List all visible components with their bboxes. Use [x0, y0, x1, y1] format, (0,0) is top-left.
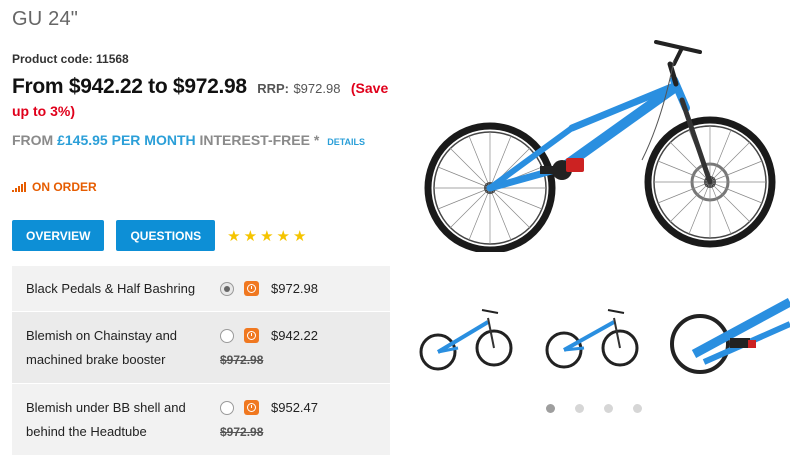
star-icon: ★ [243, 227, 258, 245]
price-range: From $942.22 to $972.98 [12, 75, 247, 98]
clock-icon [244, 400, 259, 415]
star-icon: ★ [260, 227, 274, 245]
carousel-dot[interactable] [546, 404, 555, 413]
variant-option[interactable]: Blemish under BB shell and behind the He… [12, 384, 390, 456]
tab-questions[interactable]: QUESTIONS [116, 220, 216, 251]
star-icon: ★ [227, 227, 241, 245]
finance-details-link[interactable]: DETAILS [327, 137, 365, 147]
star-icon: ★ [292, 227, 307, 245]
product-code-label: Product code: [12, 52, 93, 66]
variant-price: $952.47 [271, 400, 318, 415]
variant-radio[interactable] [220, 400, 234, 415]
tab-overview[interactable]: OVERVIEW [12, 220, 105, 251]
variant-was-price: $972.98 [220, 425, 264, 439]
carousel-dot[interactable] [575, 404, 584, 413]
finance-amount: £145.95 PER MONTH [57, 132, 196, 148]
variant-was-price: $972.98 [220, 353, 264, 367]
carousel-dot[interactable] [604, 404, 613, 413]
finance-suffix: INTEREST-FREE [199, 132, 310, 148]
carousel-dot[interactable] [633, 404, 642, 413]
image-thumbnails [419, 298, 790, 374]
carousel-dots [546, 404, 642, 413]
star-icon: ★ [276, 227, 290, 245]
product-code-value: 11568 [96, 52, 129, 66]
thumbnail-1 [419, 309, 513, 371]
rrp-value: $972.98 [293, 81, 341, 96]
stock-status: ON ORDER [12, 180, 97, 194]
variant-option[interactable]: Black Pedals & Half Bashring $972.98 [12, 266, 390, 312]
variant-label: Blemish on Chainstay and machined brake … [26, 327, 178, 367]
finance-prefix: FROM [12, 132, 54, 148]
product-tabs: OVERVIEW QUESTIONS ★ ★ ★ ★ ★ [12, 220, 306, 251]
finance-asterisk: * [313, 132, 320, 148]
variant-option[interactable]: Blemish on Chainstay and machined brake … [12, 312, 390, 384]
variant-radio[interactable] [220, 281, 234, 296]
product-main-image[interactable] [412, 20, 790, 252]
variant-radio[interactable] [220, 328, 234, 343]
thumbnail-2 [545, 309, 639, 369]
clock-icon [244, 328, 259, 343]
product-code: Product code: 11568 [12, 52, 129, 66]
clock-icon [244, 281, 259, 296]
product-title: GU 24" [12, 8, 79, 30]
rrp-label: RRP: [257, 81, 289, 96]
finance-offer: FROM £145.95 PER MONTH INTEREST-FREE * D… [12, 132, 365, 148]
rating-stars[interactable]: ★ ★ ★ ★ ★ [227, 227, 306, 245]
bike-frame [486, 40, 713, 192]
thumbnail-3 [670, 298, 790, 374]
stock-status-label: ON ORDER [32, 180, 97, 194]
variant-options: Black Pedals & Half Bashring $972.98 Ble… [12, 266, 390, 456]
variant-price: $942.22 [271, 328, 318, 343]
signal-bars-icon [12, 182, 26, 192]
variant-price: $972.98 [271, 281, 318, 296]
variant-label: Blemish under BB shell and behind the He… [26, 399, 186, 439]
price-block: From $942.22 to $972.98 RRP: $972.98 (Sa… [12, 76, 392, 123]
variant-label: Black Pedals & Half Bashring [26, 280, 196, 296]
